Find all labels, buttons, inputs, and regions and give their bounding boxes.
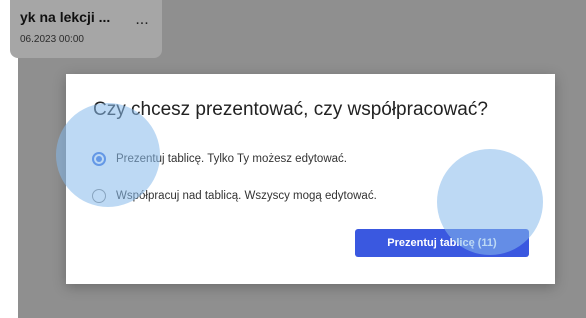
background-lesson-card: yk na lekcji ... 06.2023 00:00 ... — [10, 0, 162, 58]
option-collaborate-label: Współpracuj nad tablicą. Wszyscy mogą ed… — [116, 190, 377, 202]
lesson-card-title: yk na lekcji ... — [20, 9, 111, 25]
touch-indicator — [437, 149, 543, 255]
touch-indicator — [56, 103, 160, 207]
dialog-title: Czy chcesz prezentować, czy współpracowa… — [93, 99, 488, 120]
more-options-icon: ... — [135, 11, 149, 28]
lesson-card-date: 06.2023 00:00 — [20, 34, 84, 45]
